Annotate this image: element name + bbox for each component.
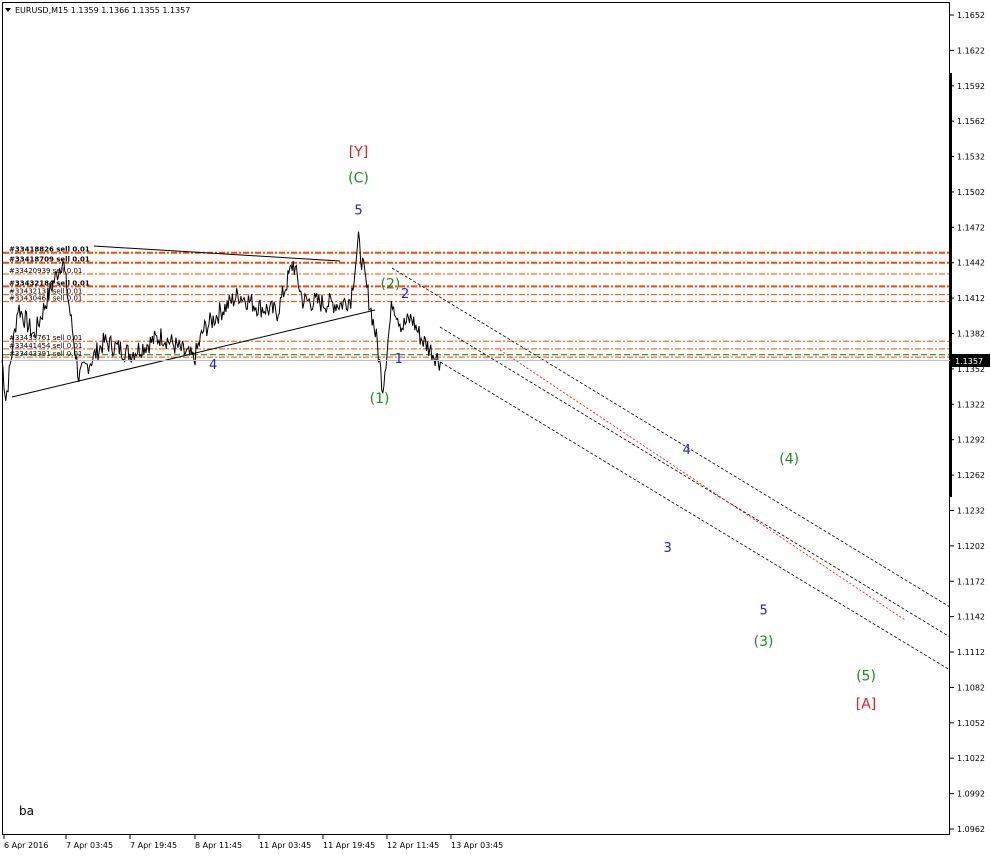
y-tick-label: 1.1322 [957,400,985,409]
watermark: ba [19,804,34,818]
wave-label: [A] [856,697,877,713]
x-axis: 6 Apr 2016 7 Apr 03:45 7 Apr 19:45 8 Apr 11… [3,835,503,850]
order-label: #33420939 sell 0.01 [9,267,82,275]
x-tick-label: 7 Apr 03:45 [66,841,113,850]
plot-frame [2,2,950,835]
channel-middle-line [439,326,951,638]
x-tick-label: 13 Apr 03:45 [451,841,503,850]
y-tick-label: 1.1052 [957,719,985,728]
y-tick-label: 1.1082 [957,683,985,692]
y-axis: 1.1652 1.1622 1.1592 1.1562 1.1532 1.1502 1.14… [950,11,985,834]
y-tick-label: 1.1532 [957,153,985,162]
y-tick-label: 1.1502 [957,188,985,197]
y-tick-label: 1.1022 [957,754,985,763]
wave-label: (3) [754,634,774,650]
y-tick-label: 1.1412 [957,294,985,303]
wave-label: 3 [663,541,671,556]
wave-label: [Y] [349,145,368,161]
wave-label: (1) [370,391,390,407]
projection-channel [391,267,951,671]
dropdown-arrow-icon[interactable] [5,8,11,12]
y-tick-label: 1.1472 [957,223,985,232]
order-label: #33430461 sell 0.01 [9,295,82,303]
wave-label: (5) [856,668,876,684]
x-tick-label: 12 Apr 11:45 [387,841,439,850]
order-label: #33418709 sell 0.01 [9,256,90,264]
y-tick-label: 1.1142 [957,613,985,622]
chart-header: EURUSD,M15 1.1359 1.1366 1.1355 1.1357 [15,6,190,15]
y-tick-label: 1.1442 [957,259,985,268]
wave-label: 5 [354,203,362,218]
y-tick-label: 1.1652 [957,11,985,20]
channel-lower-line [431,356,951,671]
current-price-label: 1.1357 [955,357,983,366]
x-tick-label: 7 Apr 19:45 [130,841,177,850]
wave-label: 2 [401,287,409,302]
x-tick-label: 11 Apr 19:45 [323,841,375,850]
wave-label: 5 [759,603,767,618]
chart-canvas: 1.1652 1.1622 1.1592 1.1562 1.1532 1.1502 1.14… [1,2,990,850]
y-tick-label: 1.1202 [957,542,985,551]
wave-label: 4 [209,358,217,373]
x-tick-label: 11 Apr 03:45 [259,841,311,850]
order-label: #33441454 sell 0.01 [9,342,82,350]
y-tick-label: 1.1172 [957,577,985,586]
channel-upper-line [391,267,951,608]
wave-label: 1 [395,352,403,367]
order-lines: #33418826 sell 0.01 #33418709 sell 0.01 #3… [3,246,950,358]
y-tick-label: 1.1112 [957,648,985,657]
y-tick-label: 1.1622 [957,46,985,55]
y-tick-label: 1.0992 [957,790,985,799]
wave-label: (2) [381,277,401,293]
x-tick-label: 8 Apr 11:45 [195,841,242,850]
wave-label: 4 [683,443,691,458]
channel-red-median [499,349,906,621]
wave-label: (4) [779,451,799,467]
y-tick-label: 1.1592 [957,82,985,91]
y-tick-label: 1.1292 [957,436,985,445]
y-tick-label: 1.1262 [957,471,985,480]
order-label: #33418826 sell 0.01 [9,246,90,254]
x-tick-label: 6 Apr 2016 [4,841,48,850]
y-tick-label: 1.1232 [957,506,985,515]
wave-labels: [Y] (C) 5 4 (2)2 1 (1) 4 (4) 3 5 (3) (5) [A] [209,145,876,713]
wave-label: (C) [348,171,369,187]
order-label: #33443391 sell 0.01 [9,350,82,358]
y-tick-label: 1.0962 [957,825,985,834]
y-tick-label: 1.1562 [957,117,985,126]
y-tick-label: 1.1382 [957,330,985,339]
